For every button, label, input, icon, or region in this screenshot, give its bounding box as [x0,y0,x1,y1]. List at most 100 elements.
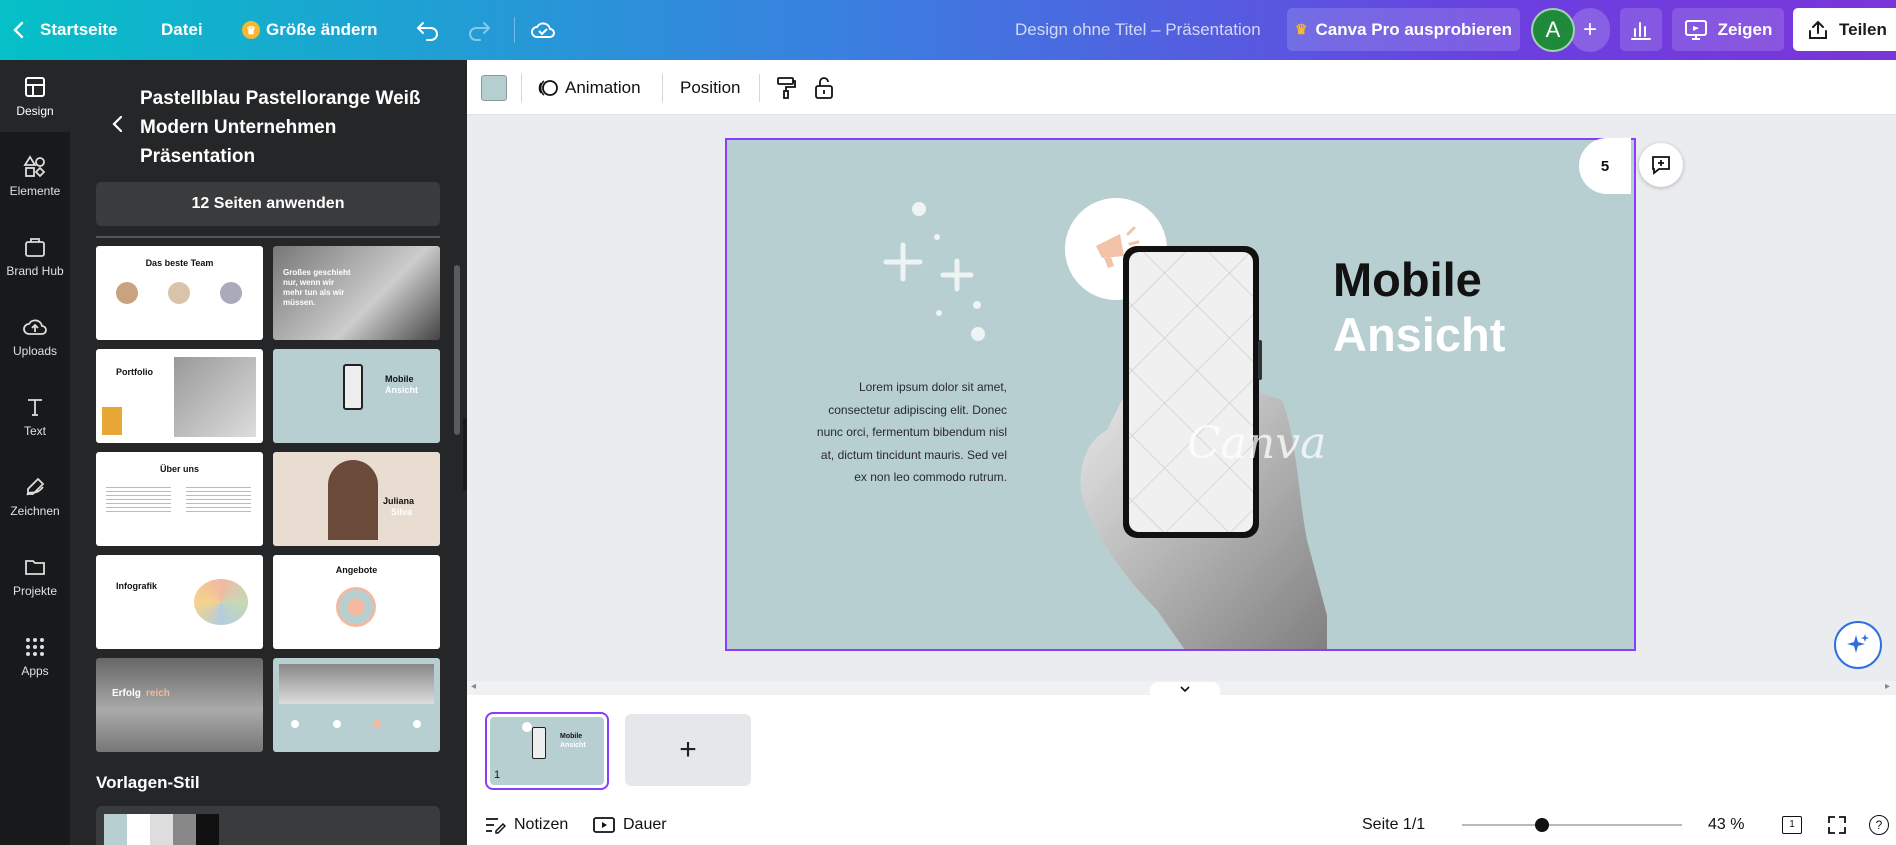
share-button[interactable]: Teilen [1793,8,1896,51]
rail-item-elements[interactable]: Elemente [0,140,70,212]
rail-item-apps[interactable]: Apps [0,620,70,692]
pages-toggle-button[interactable] [1150,682,1220,696]
resize-button[interactable]: ♛ Größe ändern [242,0,377,60]
plus-icon: + [1582,16,1597,43]
redo-icon[interactable] [462,14,496,46]
page-thumbnail[interactable]: Mobile Ansicht 1 [485,712,609,790]
rail-label: Projekte [12,583,58,598]
fullscreen-icon[interactable] [1827,805,1847,845]
panel-scrollbar[interactable] [454,265,460,435]
rail-label: Elemente [9,183,61,198]
add-collaborator-button[interactable]: + [1570,8,1610,52]
add-comment-button[interactable] [1639,143,1683,187]
paint-roller-icon[interactable] [775,60,797,115]
scroll-left-icon[interactable]: ◂ [471,681,476,692]
try-pro-label: Canva Pro ausprobieren [1315,19,1513,39]
timer-icon [593,817,615,833]
toolbar-divider [521,74,522,102]
try-pro-button[interactable]: ♛ Canva Pro ausprobieren [1287,8,1520,51]
draw-icon [26,477,45,496]
template-thumb[interactable]: Angebote [273,555,440,649]
sparkle-icon [1847,634,1869,653]
zoom-slider-track[interactable] [1462,824,1682,826]
file-menu[interactable]: Datei [161,0,203,60]
chevron-left-icon [13,21,24,39]
thumb-title: Mobile [385,374,414,384]
template-thumb[interactable]: Großes geschieht nur, wenn wir mehr tun … [273,246,440,340]
rail-item-brand-hub[interactable]: Brand Hub [0,220,70,292]
add-page-button[interactable]: + [625,714,751,786]
share-label: Teilen [1839,19,1887,39]
page-indicator[interactable]: Seite 1/1 [1362,805,1425,845]
position-button[interactable]: Position [680,60,740,115]
rail-item-uploads[interactable]: Uploads [0,300,70,372]
thumb-title: Infografik [116,581,158,591]
rail-item-projects[interactable]: Projekte [0,540,70,612]
comment-plus-icon [1652,156,1670,175]
thumb-subtitle: Silva [391,507,413,517]
slide-canvas[interactable]: Canva Mobile Ansicht Lorem ipsum dolor s… [725,138,1636,651]
rail-item-text[interactable]: Text [0,380,70,452]
template-thumb[interactable] [273,658,440,752]
shapes-icon [23,154,46,177]
undo-icon[interactable] [411,14,445,46]
magic-assistant-button[interactable] [1834,621,1882,669]
pages-strip: Mobile Ansicht 1 + [467,695,1896,805]
pages-icon: 1 [1782,816,1802,834]
plus-icon: + [679,733,697,766]
present-label: Zeigen [1717,19,1773,39]
template-thumb[interactable]: Juliana Silva [273,452,440,546]
rail-label: Brand Hub [6,263,64,278]
template-thumb[interactable]: Infografik [96,555,263,649]
template-thumb[interactable]: Das beste Team [96,246,263,340]
present-icon [1684,19,1707,40]
design-panel: Pastellblau Pastellorange Weiß Modern Un… [70,60,467,845]
help-icon: ? [1869,815,1889,835]
rail-label: Uploads [12,343,58,358]
side-rail: Design Elemente Brand Hub Uploads Text Z… [0,60,70,845]
animation-button[interactable]: Animation [537,60,641,115]
home-button[interactable]: Startseite [12,0,117,60]
slide-title-white[interactable]: Ansicht [1333,307,1505,362]
thumb-title: Juliana [383,496,415,506]
rail-label: Design [16,103,54,118]
apps-grid-icon [26,637,44,656]
slide-body-text[interactable]: Lorem ipsum dolor sit amet, consectetur … [807,376,1007,489]
zoom-slider-handle[interactable] [1535,818,1549,832]
insights-button[interactable] [1620,8,1662,51]
scroll-right-icon[interactable]: ▸ [1885,681,1890,692]
text-icon [28,398,42,416]
unlock-icon[interactable] [813,60,835,115]
rail-item-design[interactable]: Design [0,60,70,132]
context-toolbar: Animation Position [467,60,1896,115]
cloud-saved-icon[interactable] [526,14,560,46]
top-bar: Startseite Datei ♛ Größe ändern Design o… [0,0,1896,60]
template-thumb[interactable]: Erfolg reich [96,658,263,752]
avatar[interactable]: A [1531,8,1575,52]
thumb-title-black: Mobile [560,733,583,740]
slide-title-black[interactable]: Mobile [1333,252,1482,307]
canva-watermark: Canva [1187,418,1326,469]
rail-item-draw[interactable]: Zeichnen [0,460,70,532]
template-thumb[interactable]: Portfolio [96,349,263,443]
chevron-down-icon [1180,686,1190,693]
template-thumb[interactable]: Über uns [96,452,263,546]
zoom-level[interactable]: 43 % [1708,805,1744,845]
document-title[interactable]: Design ohne Titel – Präsentation [1015,0,1261,60]
template-style-heading: Vorlagen-Stil [96,773,200,792]
thumb-title: Über uns [159,464,199,474]
apply-pages-button[interactable]: 12 Seiten anwenden [96,182,440,226]
page-grid-button[interactable]: 1 [1782,805,1802,845]
notes-button[interactable]: Notizen [484,805,568,845]
template-thumb[interactable]: Mobile Ansicht [273,349,440,443]
help-button[interactable]: ? [1869,805,1889,845]
template-title: Pastellblau Pastellorange Weiß Modern Un… [140,88,421,167]
back-chevron-icon[interactable] [108,114,128,134]
present-button[interactable]: Zeigen [1672,8,1784,51]
animation-label: Animation [565,77,641,97]
page-thumbnail-preview: Mobile Ansicht 1 [490,717,604,785]
template-style-card[interactable] [96,806,440,845]
crown-icon: ♛ [1294,21,1308,37]
background-color-swatch[interactable] [481,75,507,101]
duration-button[interactable]: Dauer [593,805,667,845]
